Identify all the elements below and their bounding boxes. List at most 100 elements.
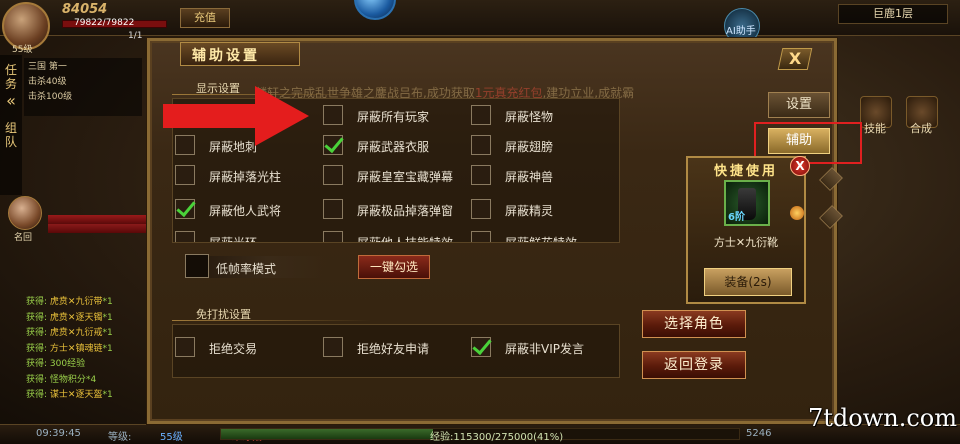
no-disturb-checkbox[interactable] — [471, 337, 491, 357]
quick-use-item-slot[interactable]: 6阶 — [724, 180, 770, 226]
loot-item: 虎贲✕九衍戒 — [49, 328, 103, 338]
loot-item: 怪物积分 — [49, 374, 86, 385]
loot-line: 获得: 谋士✕逐天盔*1 — [26, 388, 113, 404]
loot-suffix: *1 — [102, 312, 113, 323]
player-level: 55级 — [12, 45, 33, 55]
gem-icon — [790, 206, 804, 220]
no-disturb-checkbox[interactable] — [323, 337, 343, 357]
display-option-checkbox[interactable] — [175, 199, 195, 219]
exp-fill — [221, 429, 434, 439]
loot-prefix: 获得: — [26, 297, 48, 307]
display-option-label: 屏蔽翅膀 — [505, 140, 554, 154]
quest-line: 击杀40级 — [28, 77, 67, 87]
display-option-checkbox[interactable] — [471, 199, 491, 219]
side-tab-char[interactable]: 组 — [0, 121, 22, 135]
collapse-chevron-icon[interactable]: « — [0, 91, 22, 121]
no-disturb-label: 屏蔽非VIP发言 — [505, 342, 584, 356]
loot-item: 300经验 — [49, 359, 86, 369]
loot-line: 获得: 虎贲✕九衍带*1 — [26, 295, 113, 311]
select-role-button[interactable]: 选择角色 — [642, 310, 746, 338]
game-screen: 55级 84054 79822/79822 1/1 充值 AI助手 巨鹿1层 任… — [0, 0, 960, 444]
display-option-label: 屏蔽极品掉落弹窗 — [357, 204, 454, 218]
display-option-label: 屏蔽所有玩家 — [357, 110, 430, 124]
display-option-label: 屏蔽光环 — [209, 236, 258, 243]
loot-line: 获得: 虎贲✕逐天镯*1 — [26, 311, 113, 327]
side-tab-char[interactable]: 务 — [0, 77, 22, 91]
no-disturb-label: 拒绝好友申请 — [357, 342, 430, 356]
loot-line: 获得: 怪物积分*4 — [26, 373, 113, 389]
quest-tracker[interactable]: 三国 第一 击杀40级 击杀100级 — [24, 58, 142, 116]
dialog-close-button[interactable]: X — [777, 48, 813, 70]
ally-hp-bars — [48, 215, 148, 233]
loot-suffix: *4 — [85, 374, 97, 385]
red-arrow-annotation — [163, 86, 309, 146]
display-option-checkbox[interactable] — [323, 165, 343, 185]
display-option-checkbox[interactable] — [471, 135, 491, 155]
bottom-right-value: 5246 — [746, 428, 772, 439]
one-key-select-button[interactable]: 一键勾选 — [358, 255, 430, 279]
side-tab-char[interactable]: 任 — [0, 63, 22, 77]
site-watermark: 7tdown.com — [808, 404, 958, 432]
loot-prefix: 获得: — [26, 374, 48, 385]
side-tab-char[interactable]: 队 — [0, 135, 22, 149]
display-option-checkbox[interactable] — [323, 231, 343, 242]
ai-helper-label: AI助手 — [726, 26, 756, 37]
return-login-button[interactable]: 返回登录 — [642, 351, 746, 379]
divider — [172, 320, 372, 321]
low-frame-checkbox[interactable] — [185, 254, 209, 278]
tab-settings[interactable]: 设置 — [768, 92, 830, 118]
loot-item: 虎贲✕九衍带 — [49, 297, 103, 307]
display-option-label: 屏蔽神兽 — [505, 170, 554, 184]
no-disturb-checkbox[interactable] — [175, 337, 195, 357]
loot-suffix: *1 — [102, 390, 113, 400]
dialog-title: 辅助设置 — [192, 48, 260, 64]
item-tier-badge: 6阶 — [728, 212, 745, 223]
recharge-button[interactable]: 充值 — [180, 8, 230, 28]
ally-avatar-label: 名回 — [14, 233, 33, 243]
loot-log: 获得: 虎贲✕九衍带*1 获得: 虎贲✕逐天镯*1 获得: 虎贲✕九衍戒*1 获… — [26, 295, 113, 404]
top-hud — [0, 0, 960, 36]
quick-use-title: 快捷使用 — [714, 164, 779, 179]
skills-label: 技能 — [864, 122, 886, 135]
display-option-label: 屏蔽怪物 — [505, 110, 554, 124]
level-label: 等级: — [108, 432, 132, 443]
level-value: 55级 — [160, 432, 183, 443]
display-option-checkbox[interactable] — [323, 105, 343, 125]
display-option-label: 屏蔽精灵 — [505, 204, 554, 218]
display-option-checkbox[interactable] — [471, 105, 491, 125]
loot-line: 获得: 方士✕镇魂链*1 — [26, 342, 113, 358]
display-option-checkbox[interactable] — [471, 165, 491, 185]
loot-suffix: *1 — [102, 297, 113, 307]
loot-item: 方士✕镇魂链 — [49, 343, 103, 354]
player-hp-name: 84054 — [62, 2, 108, 17]
display-option-label: 屏蔽皇室宝藏弹幕 — [357, 170, 454, 184]
loot-prefix: 获得: — [26, 312, 48, 323]
quick-use-close-button[interactable]: X — [790, 156, 810, 176]
loot-line: 获得: 虎贲✕九衍戒*1 — [26, 326, 113, 342]
display-option-checkbox[interactable] — [175, 165, 195, 185]
hp-page: 1/1 — [128, 31, 143, 41]
display-option-checkbox[interactable] — [471, 231, 491, 242]
display-option-label: 屏蔽他人武将 — [209, 204, 282, 218]
no-disturb-label: 拒绝交易 — [209, 342, 258, 356]
display-option-label: 屏蔽他人技能特效 — [357, 236, 454, 243]
loot-line: 获得: 300经验 — [26, 357, 113, 373]
display-option-checkbox[interactable] — [323, 199, 343, 219]
no-disturb-panel: 拒绝交易 拒绝好友申请 屏蔽非VIP发言 — [172, 324, 620, 378]
loot-prefix: 获得: — [26, 328, 48, 338]
loot-suffix: *1 — [102, 328, 113, 338]
equip-button[interactable]: 装备(2s) — [704, 268, 792, 296]
loot-item: 虎贲✕逐天镯 — [49, 312, 103, 323]
loot-prefix: 获得: — [26, 343, 48, 354]
exp-text: 经验:115300/275000(41%) — [430, 432, 564, 443]
left-side-tabs: 任 务 « 组 队 — [0, 55, 22, 195]
display-option-checkbox[interactable] — [323, 135, 343, 155]
synthesis-label: 合成 — [910, 122, 932, 135]
display-option-label: 屏蔽武器衣服 — [357, 140, 430, 154]
loot-prefix: 获得: — [26, 390, 48, 400]
clock: 09:39:45 — [36, 428, 81, 439]
display-option-checkbox[interactable] — [175, 231, 195, 242]
display-option-label: 屏蔽掉落光柱 — [209, 170, 282, 184]
ally-avatar[interactable] — [8, 196, 42, 230]
display-option-label: 屏蔽鲜花特效 — [505, 236, 578, 243]
